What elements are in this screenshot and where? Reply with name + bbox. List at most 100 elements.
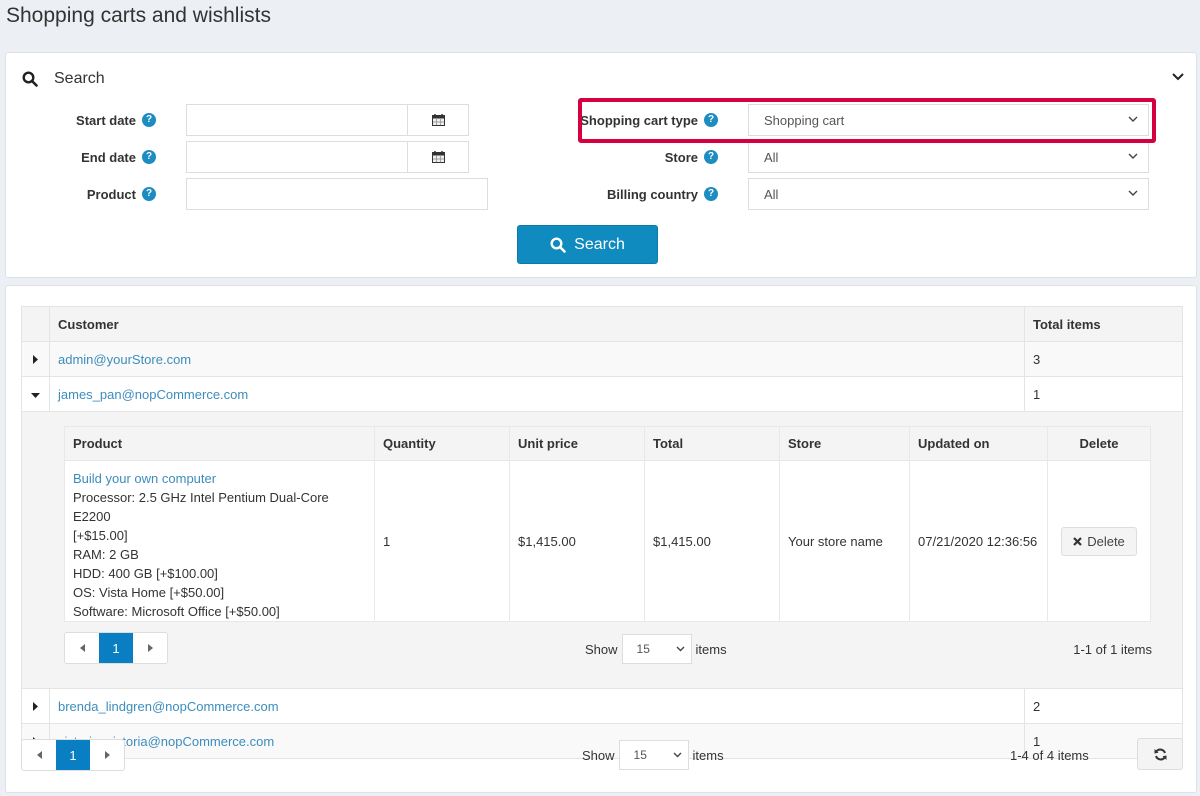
total-items-cell: 1 — [1024, 376, 1183, 412]
store-select[interactable]: All — [748, 141, 1149, 173]
items-label: items — [692, 747, 724, 763]
total-cell: $1,415.00 — [644, 460, 780, 622]
product-attribute: Processor: 2.5 GHz Intel Pentium Dual-Co… — [73, 490, 329, 524]
page-size-select[interactable]: 15 — [618, 740, 689, 770]
unit-price-column-header[interactable]: Unit price — [509, 426, 645, 461]
sub-pager: 1 Show 15 items 1-1 of 1 items — [64, 628, 1152, 674]
total-items-cell: 2 — [1024, 688, 1183, 724]
start-date-label: Start date? — [46, 104, 156, 136]
pagination: 1 — [21, 739, 125, 771]
product-input[interactable] — [186, 178, 488, 210]
product-attribute: [+$15.00] — [73, 528, 128, 543]
store-column-header[interactable]: Store — [779, 426, 910, 461]
store-cell: Your store name — [779, 460, 910, 622]
sub-table-header: Product Quantity Unit price Total Store … — [64, 426, 1151, 461]
customer-link[interactable]: brenda_lindgren@nopCommerce.com — [58, 699, 279, 714]
caret-right-icon — [147, 644, 153, 652]
page-button[interactable]: 1 — [99, 633, 133, 663]
pagination: 1 — [64, 632, 168, 664]
calendar-icon — [431, 151, 445, 163]
end-date-calendar-button[interactable] — [407, 142, 468, 172]
refresh-icon — [1154, 748, 1166, 760]
pager-summary: 1-4 of 4 items — [1010, 748, 1089, 763]
search-icon — [22, 71, 38, 87]
pager-summary: 1-1 of 1 items — [1073, 642, 1152, 657]
page-title: Shopping carts and wishlists — [6, 4, 271, 27]
table-row: admin@yourStore.com 3 — [21, 341, 1183, 377]
store-label: Store? — [576, 141, 718, 173]
product-attribute: RAM: 2 GB — [73, 547, 139, 562]
collapse-toggle[interactable] — [21, 376, 50, 412]
items-label: items — [695, 641, 727, 657]
total-items-column-header[interactable]: Total items — [1024, 306, 1183, 342]
results-panel: Customer Total items admin@yourStore.com… — [5, 285, 1197, 793]
carts-table: Customer Total items admin@yourStore.com… — [21, 306, 1183, 759]
total-column-header[interactable]: Total — [644, 426, 780, 461]
end-date-input[interactable] — [186, 141, 469, 173]
quantity-column-header[interactable]: Quantity — [374, 426, 510, 461]
start-date-input[interactable] — [186, 104, 469, 136]
product-link[interactable]: Build your own computer — [73, 471, 216, 486]
prev-page-button[interactable] — [65, 633, 99, 663]
product-cell: Build your own computer Processor: 2.5 G… — [64, 460, 375, 622]
help-icon[interactable]: ? — [704, 150, 718, 164]
help-icon[interactable]: ? — [142, 187, 156, 201]
next-page-button[interactable] — [133, 633, 167, 663]
show-label: Show — [582, 747, 615, 763]
product-attribute: Software: Microsoft Office [+$50.00] — [73, 604, 280, 619]
page-size-select[interactable]: 15 — [621, 634, 692, 664]
customer-link[interactable]: james_pan@nopCommerce.com — [58, 387, 248, 402]
table-row: james_pan@nopCommerce.com 1 — [21, 376, 1183, 412]
table-header: Customer Total items — [21, 306, 1183, 342]
search-panel-toggle[interactable]: Search — [22, 70, 105, 88]
search-panel: Search Start date? End date? Product? Sh… — [5, 52, 1197, 278]
search-icon — [550, 236, 566, 253]
prev-page-button[interactable] — [22, 740, 56, 770]
product-label: Product? — [46, 178, 156, 210]
close-icon — [1073, 536, 1082, 546]
delete-button[interactable]: Delete — [1061, 526, 1137, 556]
caret-down-icon — [31, 392, 40, 398]
shopping-cart-type-select[interactable]: Shopping cart — [748, 104, 1149, 136]
caret-right-icon — [32, 354, 38, 364]
quantity-cell: 1 — [374, 460, 510, 622]
help-icon[interactable]: ? — [142, 150, 156, 164]
expand-toggle[interactable] — [21, 341, 50, 377]
delete-column-header: Delete — [1047, 426, 1151, 461]
updated-on-column-header[interactable]: Updated on — [909, 426, 1048, 461]
search-panel-title: Search — [54, 70, 105, 87]
billing-country-label: Billing country? — [576, 178, 718, 210]
expand-toggle[interactable] — [21, 688, 50, 724]
start-date-calendar-button[interactable] — [407, 105, 468, 135]
show-label: Show — [585, 641, 618, 657]
page-button[interactable]: 1 — [56, 740, 90, 770]
detail-row: Product Quantity Unit price Total Store … — [21, 411, 1183, 689]
product-attribute: OS: Vista Home [+$50.00] — [73, 585, 225, 600]
caret-right-icon — [104, 751, 110, 759]
updated-on-cell: 07/21/2020 12:36:56 — [909, 460, 1048, 622]
search-button[interactable]: Search — [517, 225, 658, 264]
caret-right-icon — [32, 701, 38, 711]
customer-link[interactable]: admin@yourStore.com — [58, 352, 191, 367]
calendar-icon — [431, 114, 445, 126]
chevron-down-icon — [673, 752, 682, 758]
table-row: brenda_lindgren@nopCommerce.com 2 — [21, 688, 1183, 724]
help-icon[interactable]: ? — [704, 113, 718, 127]
next-page-button[interactable] — [90, 740, 124, 770]
chevron-down-icon[interactable] — [1172, 73, 1184, 81]
refresh-button[interactable] — [1137, 738, 1183, 770]
unit-price-cell: $1,415.00 — [509, 460, 645, 622]
help-icon[interactable]: ? — [704, 187, 718, 201]
help-icon[interactable]: ? — [142, 113, 156, 127]
product-column-header[interactable]: Product — [64, 426, 375, 461]
caret-left-icon — [36, 751, 42, 759]
end-date-label: End date? — [46, 141, 156, 173]
caret-left-icon — [79, 644, 85, 652]
cart-item-row: Build your own computer Processor: 2.5 G… — [64, 460, 1151, 622]
chevron-down-icon — [1128, 116, 1138, 122]
shopping-cart-type-label: Shopping cart type? — [576, 104, 718, 136]
customer-column-header[interactable]: Customer — [49, 306, 1025, 342]
cart-items-table: Product Quantity Unit price Total Store … — [64, 426, 1151, 622]
product-attribute: HDD: 400 GB [+$100.00] — [73, 566, 218, 581]
billing-country-select[interactable]: All — [748, 178, 1149, 210]
